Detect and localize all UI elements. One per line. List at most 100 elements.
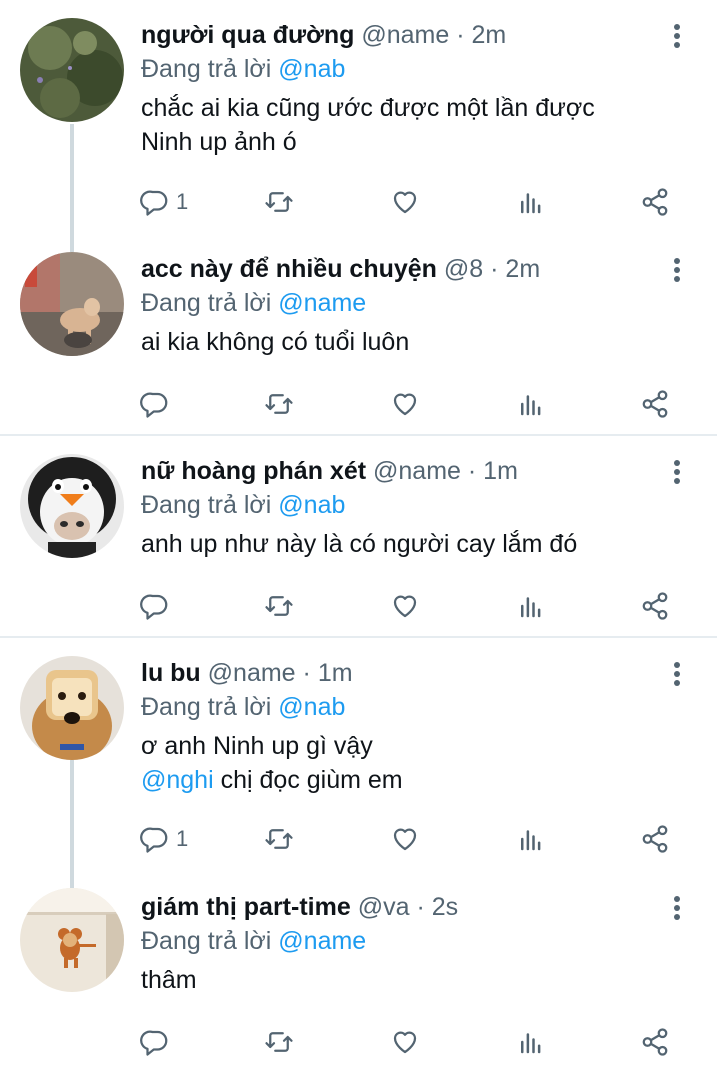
reply-button[interactable] [140,589,176,623]
reply-prefix: Đang trả lời [141,927,272,955]
grass-avatar[interactable] [20,18,124,122]
action-bar [140,1025,680,1059]
share-button[interactable] [640,185,670,219]
more-icon[interactable] [671,22,683,52]
retweet-button[interactable] [264,822,294,856]
reply-to-mention[interactable]: @nab [278,491,345,519]
display-name[interactable]: nữ hoàng phán xét [141,457,366,485]
text-mention[interactable]: @nghi [141,766,214,794]
views-button[interactable] [516,589,546,623]
reply-prefix: Đang trả lời [141,55,272,83]
more-icon[interactable] [671,894,683,924]
handle[interactable]: @name [373,457,461,485]
text-line: ơ anh Ninh up gì vậy [141,732,373,760]
like-button[interactable] [390,185,420,219]
tweet-text: ai kia không có tuổi luôn [141,325,661,359]
reply-to-mention[interactable]: @nab [278,55,345,83]
retweet-button[interactable] [264,589,294,623]
reply-icon [140,1030,168,1056]
reply-to-mention[interactable]: @name [278,289,366,317]
reply-button[interactable] [140,387,176,421]
share-icon [642,592,668,620]
bread-dog-avatar[interactable] [20,656,124,760]
heart-icon [393,393,417,416]
reply-to-mention[interactable]: @name [278,927,366,955]
action-bar [140,387,680,421]
share-button[interactable] [640,1025,670,1059]
dog-avatar[interactable] [20,252,124,356]
text-line: chắc ai kia cũng ước được một lần được [141,94,595,122]
share-icon [642,390,668,418]
thread-line [70,124,74,252]
timestamp[interactable]: · 1m [468,457,518,485]
heart-icon [393,1031,417,1054]
reply-icon [140,392,168,418]
views-button[interactable] [516,185,546,219]
reply-prefix: Đang trả lời [141,693,272,721]
text-line: @nghi chị đọc giùm em [141,763,661,797]
display-name[interactable]: lu bu [141,659,201,687]
retweet-button[interactable] [264,185,294,219]
display-name[interactable]: giám thị part-time [141,893,351,921]
share-icon [642,825,668,853]
more-icon[interactable] [671,660,683,690]
text-after-mention: chị đọc giùm em [213,766,403,794]
text-line: ai kia không có tuổi luôn [141,328,410,356]
heart-icon [393,595,417,618]
views-button[interactable] [516,387,546,421]
timestamp[interactable]: · 2s [416,893,458,921]
share-button[interactable] [640,822,670,856]
retweet-button[interactable] [264,1025,294,1059]
share-icon [642,188,668,216]
like-button[interactable] [390,387,420,421]
reply-prefix: Đang trả lời [141,289,272,317]
tweet-text: anh up như này là có người cay lắm đó [141,527,661,561]
penguin-avatar[interactable] [20,454,124,558]
mouse-avatar[interactable] [20,888,124,992]
reply-button[interactable]: 1 [140,185,188,219]
views-icon [521,597,541,618]
retweet-icon [265,192,293,212]
views-icon [521,1033,541,1054]
action-bar: 1 [140,185,680,219]
views-button[interactable] [516,1025,546,1059]
retweet-button[interactable] [264,387,294,421]
handle[interactable]: @name [208,659,296,687]
text-line: anh up như này là có người cay lắm đó [141,530,578,558]
tweet-text: thâm [141,963,661,997]
separator [0,636,717,638]
views-button[interactable] [516,822,546,856]
reply-button[interactable]: 1 [140,822,188,856]
views-icon [521,193,541,214]
retweet-icon [265,596,293,616]
share-button[interactable] [640,387,670,421]
action-bar [140,589,680,623]
handle[interactable]: @name [361,21,449,49]
reply-icon [140,594,168,620]
reply-icon [140,190,168,216]
more-icon[interactable] [671,256,683,286]
handle[interactable]: @va [358,893,410,921]
like-button[interactable] [390,1025,420,1059]
timestamp[interactable]: · 2m [490,255,540,283]
display-name[interactable]: acc này để nhiều chuyện [141,255,437,283]
heart-icon [393,191,417,214]
like-button[interactable] [390,589,420,623]
share-icon [642,1028,668,1056]
share-button[interactable] [640,589,670,623]
reply-prefix: Đang trả lời [141,491,272,519]
retweet-icon [265,829,293,849]
like-button[interactable] [390,822,420,856]
action-bar: 1 [140,822,680,856]
heart-icon [393,828,417,851]
reply-count: 1 [176,189,189,214]
display-name[interactable]: người qua đường [141,21,354,49]
timestamp[interactable]: · 2m [456,21,506,49]
reply-button[interactable] [140,1025,176,1059]
handle[interactable]: @8 [444,255,483,283]
reply-to-mention[interactable]: @nab [278,693,345,721]
timestamp[interactable]: · 1m [303,659,353,687]
text-line: thâm [141,966,197,994]
views-icon [521,395,541,416]
more-icon[interactable] [671,458,683,488]
